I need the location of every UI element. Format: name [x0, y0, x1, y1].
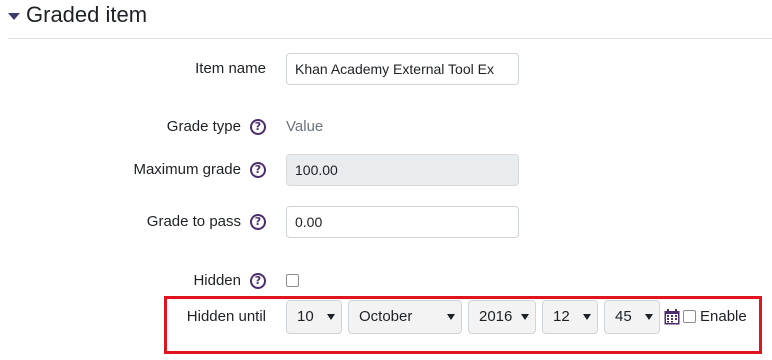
minute-select[interactable]: 45 [604, 299, 660, 334]
dropdown-arrow-icon [327, 313, 335, 320]
day-select-value: 10 [297, 308, 314, 325]
help-icon[interactable]: ? [250, 213, 266, 230]
hidden-until-label-text: Hidden until [186, 308, 266, 325]
section-divider [8, 38, 772, 39]
dropdown-arrow-icon [583, 313, 591, 320]
hidden-row: Hidden ? [0, 272, 772, 289]
grade-type-value: Value [286, 118, 324, 135]
hour-select[interactable]: 12 [542, 299, 598, 334]
minute-select-value: 45 [615, 308, 632, 325]
hour-select-value: 12 [553, 308, 570, 325]
dropdown-arrow-icon [645, 313, 653, 320]
enable-checkbox[interactable] [683, 310, 696, 323]
grade-type-label: Grade type ? [0, 118, 266, 135]
hidden-checkbox[interactable] [286, 274, 299, 287]
help-icon[interactable]: ? [250, 272, 266, 289]
hidden-label-text: Hidden [193, 272, 241, 289]
hidden-until-label: Hidden until [0, 308, 266, 325]
dropdown-arrow-icon [447, 313, 455, 320]
maximum-grade-input[interactable]: 100.00 [286, 153, 519, 186]
enable-label: Enable [700, 308, 747, 325]
calendar-icon[interactable] [664, 308, 680, 325]
maximum-grade-label-text: Maximum grade [133, 161, 241, 178]
grade-to-pass-label: Grade to pass ? [0, 213, 266, 230]
item-name-input[interactable]: Khan Academy External Tool Ex [286, 52, 519, 85]
hidden-until-row: Hidden until 10 October 2016 12 45 Enabl… [0, 299, 772, 334]
maximum-grade-label: Maximum grade ? [0, 161, 266, 178]
section-toggle-graded-item[interactable]: Graded item [8, 2, 147, 28]
year-select-value: 2016 [479, 308, 513, 325]
section-title: Graded item [26, 2, 148, 27]
caret-down-icon [8, 12, 20, 20]
month-select[interactable]: October [348, 299, 462, 334]
month-select-value: October [359, 308, 413, 325]
item-name-label-text: Item name [195, 60, 266, 77]
grade-to-pass-row: Grade to pass ? 0.00 [0, 205, 772, 238]
day-select[interactable]: 10 [286, 299, 342, 334]
grade-to-pass-input[interactable]: 0.00 [286, 205, 519, 238]
grade-type-label-text: Grade type [166, 118, 241, 135]
hidden-label: Hidden ? [0, 272, 266, 289]
grade-to-pass-label-text: Grade to pass [146, 213, 241, 230]
item-name-label: Item name [0, 60, 266, 77]
help-icon[interactable]: ? [250, 161, 266, 178]
grade-type-row: Grade type ? Value [0, 118, 772, 135]
help-icon[interactable]: ? [250, 118, 266, 135]
item-name-row: Item name Khan Academy External Tool Ex [0, 52, 772, 85]
maximum-grade-row: Maximum grade ? 100.00 [0, 153, 772, 186]
dropdown-arrow-icon [521, 313, 529, 320]
year-select[interactable]: 2016 [468, 299, 536, 334]
